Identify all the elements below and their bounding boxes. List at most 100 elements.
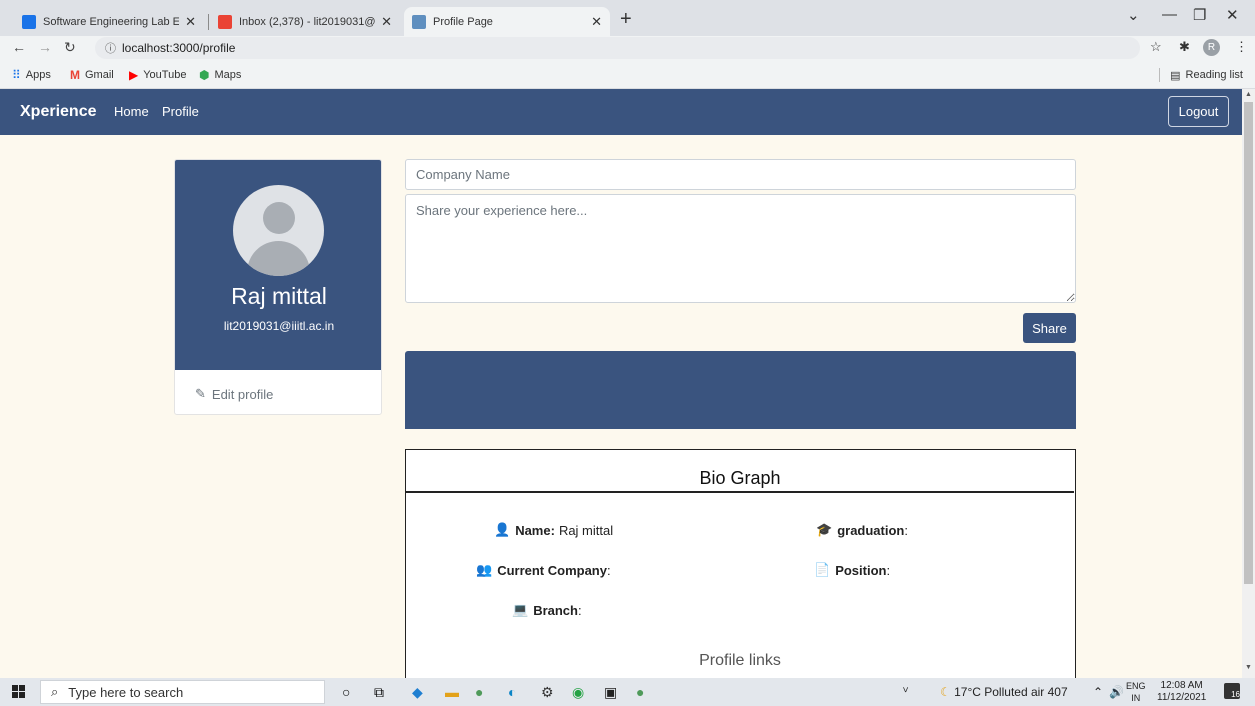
bookmark-label: Apps: [25, 69, 51, 81]
close-tab-icon[interactable]: ✕: [381, 14, 392, 30]
logout-button[interactable]: Logout: [1168, 96, 1229, 127]
maximize-icon[interactable]: ❐: [1193, 6, 1206, 24]
scroll-down-arrow-icon[interactable]: ▼: [1245, 664, 1252, 671]
brand-logo[interactable]: Xperience: [20, 103, 96, 121]
tab-title: Profile Page: [433, 15, 493, 28]
notification-count: 16: [1231, 690, 1240, 699]
forward-arrow-icon[interactable]: →: [38, 39, 52, 55]
vscode-icon[interactable]: ◆: [412, 684, 423, 701]
menu-kebab-icon[interactable]: ⋮: [1235, 39, 1248, 55]
bio-field-value: :: [904, 522, 908, 538]
bio-field-name: 👤 Name: Raj mittal: [494, 522, 613, 538]
bio-field-graduation: 🎓 graduation :: [816, 522, 908, 538]
site-info-icon[interactable]: ⓘ: [105, 40, 116, 56]
region-code: IN: [1131, 693, 1141, 703]
tab-title: Software Engineering Lab E: [43, 15, 180, 28]
profile-name: Raj mittal: [231, 283, 327, 309]
bookmark-apps[interactable]: ⠿ Apps: [12, 68, 51, 82]
experience-textarea[interactable]: [405, 194, 1076, 303]
minimize-icon[interactable]: —: [1162, 6, 1177, 23]
url-text: localhost:3000/profile: [122, 41, 236, 55]
user-icon: 👤: [494, 522, 511, 537]
tab-title: Inbox (2,378) - lit2019031@iiitl.ac: [239, 15, 376, 28]
maps-icon: ⬢: [199, 68, 210, 82]
tray-chevron-icon[interactable]: ⌃: [1093, 685, 1103, 699]
tab-divider: [208, 14, 209, 30]
search-icon: ⌕: [51, 684, 59, 699]
edit-profile-link[interactable]: ✎ Edit profile: [195, 386, 273, 402]
bookmark-star-icon[interactable]: ☆: [1150, 39, 1162, 55]
settings-gear-icon[interactable]: ⚙: [541, 684, 554, 701]
chrome-profile-icon[interactable]: ●: [475, 684, 483, 700]
whatsapp-icon[interactable]: ◉: [572, 684, 584, 701]
people-icon[interactable]: ⱽ: [903, 685, 908, 699]
windows-start-icon[interactable]: [12, 685, 26, 699]
close-window-icon[interactable]: ✕: [1226, 6, 1239, 24]
bio-field-label: Current Company: [497, 562, 607, 578]
weather-widget[interactable]: ☾ 17°C Polluted air 407: [940, 685, 1068, 699]
bookmark-maps[interactable]: ⬢ Maps: [199, 68, 241, 82]
nav-link-profile[interactable]: Profile: [162, 104, 199, 119]
company-name-input[interactable]: [405, 159, 1076, 190]
clock-time: 12:08 AM: [1160, 680, 1203, 691]
laptop-icon: 💻: [512, 602, 529, 617]
tab-software-engineering[interactable]: Software Engineering Lab E ✕: [14, 7, 204, 36]
reading-list-button[interactable]: ▤ Reading list: [1159, 68, 1243, 82]
gmail-favicon-icon: [218, 14, 232, 29]
back-arrow-icon[interactable]: ←: [12, 39, 26, 55]
clock-date: 11/12/2021: [1157, 692, 1207, 703]
bio-graph-title: Bio Graph: [699, 468, 781, 488]
file-explorer-icon[interactable]: ▬: [445, 684, 459, 700]
task-view-icon[interactable]: ⧉: [374, 684, 384, 701]
bio-field-branch: 💻 Branch :: [512, 602, 582, 618]
bookmarks-bar: ⠿ Apps M Gmail ▶ YouTube ⬢ Maps ▤ Readin…: [0, 61, 1255, 89]
edge-icon[interactable]: ◐: [508, 684, 516, 700]
tab-profile-page[interactable]: Profile Page ✕: [404, 7, 610, 36]
profile-avatar-icon: [233, 185, 324, 276]
notification-center-icon[interactable]: 16: [1224, 683, 1240, 699]
browser-toolbar: ← → ↻ ⓘ localhost:3000/profile ☆ ✱ R ⋮: [0, 36, 1255, 61]
scrollbar-thumb[interactable]: [1244, 102, 1253, 584]
page-scrollbar[interactable]: ▲ ▼: [1242, 89, 1255, 678]
profile-avatar[interactable]: R: [1203, 39, 1220, 56]
reload-icon[interactable]: ↻: [64, 39, 76, 56]
taskbar-clock[interactable]: 12:08 AM 11/12/2021: [1157, 680, 1206, 704]
tab-search-chevron-icon[interactable]: ⌄: [1127, 6, 1140, 24]
new-tab-icon[interactable]: +: [620, 8, 632, 31]
close-tab-icon[interactable]: ✕: [591, 14, 602, 30]
bookmark-youtube[interactable]: ▶ YouTube: [129, 68, 186, 82]
youtube-icon: ▶: [129, 68, 139, 82]
extensions-puzzle-icon[interactable]: ✱: [1179, 39, 1190, 55]
chrome-icon[interactable]: ●: [636, 684, 644, 700]
bio-field-label: Branch: [533, 602, 578, 618]
browser-tab-strip: Software Engineering Lab E ✕ Inbox (2,37…: [0, 0, 1255, 36]
taskbar-search-placeholder: Type here to search: [68, 684, 184, 700]
terminal-icon[interactable]: ▣: [604, 684, 617, 701]
page-favicon-icon: [412, 14, 426, 29]
share-button[interactable]: Share: [1023, 313, 1076, 343]
taskbar-search-box[interactable]: ⌕ Type here to search: [40, 680, 325, 704]
profile-card: Raj mittal lit2019031@iiitl.ac.in ✎ Edit…: [174, 159, 382, 415]
weather-text: 17°C Polluted air 407: [954, 685, 1068, 699]
close-tab-icon[interactable]: ✕: [185, 14, 196, 30]
edit-pencil-icon: ✎: [195, 386, 206, 401]
cortana-icon[interactable]: ○: [342, 684, 350, 700]
gmail-icon: M: [70, 68, 80, 82]
address-bar[interactable]: ⓘ localhost:3000/profile: [95, 37, 1140, 59]
file-code-icon: 📄: [814, 562, 831, 577]
edit-profile-label: Edit profile: [211, 386, 274, 402]
bio-field-value: :: [606, 562, 611, 578]
volume-icon[interactable]: 🔊: [1109, 685, 1124, 699]
nav-link-home[interactable]: Home: [114, 104, 149, 119]
office-worker-icon: 👥: [476, 562, 493, 577]
bookmark-gmail[interactable]: M Gmail: [70, 68, 114, 82]
tab-inbox[interactable]: Inbox (2,378) - lit2019031@iiitl.ac ✕: [210, 7, 400, 36]
reading-list-icon: ▤: [1170, 69, 1181, 82]
bio-field-label: Name:: [515, 522, 555, 538]
bookmark-label: Gmail: [85, 69, 114, 81]
scroll-up-arrow-icon[interactable]: ▲: [1245, 91, 1252, 98]
app-navbar: Xperience Home Profile Logout: [0, 89, 1242, 135]
input-language[interactable]: ENG IN: [1126, 680, 1146, 704]
bio-field-value: :: [886, 562, 891, 578]
bio-field-position: 📄 Position :: [814, 562, 890, 578]
